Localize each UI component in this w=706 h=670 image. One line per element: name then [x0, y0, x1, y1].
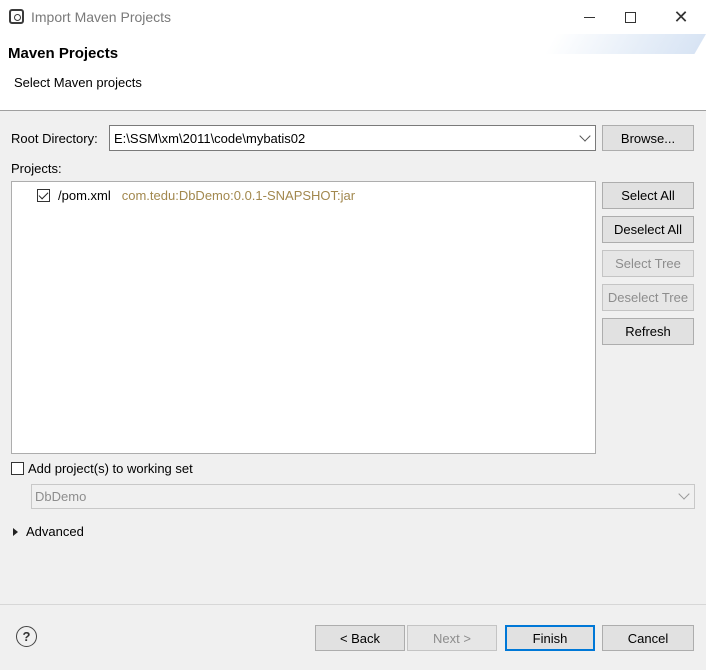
- minimize-icon: [583, 16, 595, 18]
- minimize-button[interactable]: [566, 0, 612, 34]
- wizard-header: Maven Projects Select Maven projects: [0, 34, 706, 111]
- select-tree-button[interactable]: Select Tree: [602, 250, 694, 277]
- header-decoration: [544, 34, 706, 54]
- help-icon[interactable]: ?: [16, 626, 37, 647]
- maximize-icon: [624, 11, 636, 23]
- eclipse-icon: [9, 9, 24, 24]
- close-button[interactable]: ✕: [658, 0, 704, 34]
- page-title: Maven Projects: [8, 45, 119, 62]
- select-all-button[interactable]: Select All: [602, 182, 694, 209]
- working-set-checkbox[interactable]: [11, 462, 24, 475]
- deselect-tree-button[interactable]: Deselect Tree: [602, 284, 694, 311]
- working-set-value: DbDemo: [35, 489, 87, 504]
- working-set-option[interactable]: Add project(s) to working set: [11, 461, 193, 476]
- root-directory-label: Root Directory:: [11, 131, 98, 146]
- working-set-combo[interactable]: DbDemo: [31, 484, 695, 509]
- close-icon: ✕: [673, 7, 689, 27]
- advanced-label: Advanced: [26, 524, 84, 539]
- footer-separator: [0, 604, 706, 605]
- root-directory-combo[interactable]: E:\SSM\xm\2011\code\mybatis02: [109, 125, 596, 151]
- title-bar: Import Maven Projects ✕: [0, 0, 706, 34]
- project-checkbox[interactable]: [37, 189, 50, 202]
- working-set-label: Add project(s) to working set: [28, 461, 193, 476]
- root-directory-value: E:\SSM\xm\2011\code\mybatis02: [114, 131, 306, 146]
- chevron-down-icon[interactable]: [579, 130, 591, 142]
- project-coordinates: com.tedu:DbDemo:0.0.1-SNAPSHOT:jar: [121, 188, 356, 203]
- project-row[interactable]: /pom.xml com.tedu:DbDemo:0.0.1-SNAPSHOT:…: [37, 188, 355, 203]
- projects-tree[interactable]: /pom.xml com.tedu:DbDemo:0.0.1-SNAPSHOT:…: [11, 181, 596, 454]
- project-path: /pom.xml: [58, 188, 111, 203]
- advanced-expander[interactable]: Advanced: [13, 524, 84, 539]
- projects-label: Projects:: [11, 161, 62, 176]
- refresh-button[interactable]: Refresh: [602, 318, 694, 345]
- browse-button[interactable]: Browse...: [602, 125, 694, 151]
- expand-triangle-icon[interactable]: [13, 527, 18, 536]
- page-description: Select Maven projects: [14, 75, 142, 90]
- finish-button[interactable]: Finish: [505, 625, 595, 651]
- window-title: Import Maven Projects: [31, 9, 172, 25]
- next-button[interactable]: Next >: [407, 625, 497, 651]
- chevron-down-icon[interactable]: [678, 488, 690, 500]
- cancel-button[interactable]: Cancel: [602, 625, 694, 651]
- deselect-all-button[interactable]: Deselect All: [602, 216, 694, 243]
- back-button[interactable]: < Back: [315, 625, 405, 651]
- maximize-button[interactable]: [607, 0, 653, 34]
